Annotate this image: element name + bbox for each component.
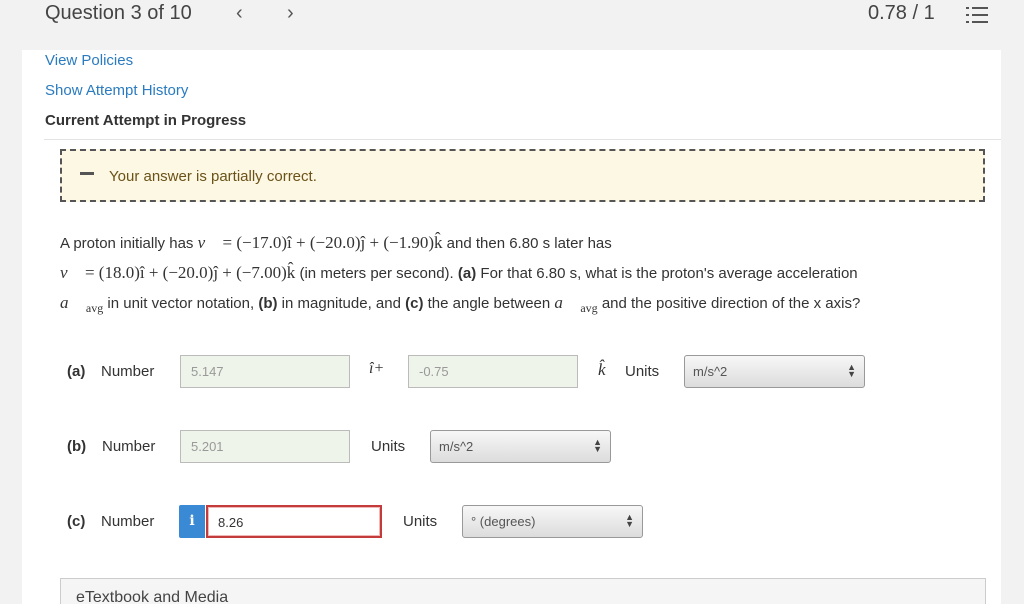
etextbook-media-panel[interactable]: eTextbook and Media — [60, 578, 986, 604]
answer-a-k-field[interactable]: -0.75 — [408, 355, 578, 388]
answer-a-i-field[interactable]: 5.147 — [180, 355, 350, 388]
problem-text: the angle between — [427, 295, 551, 312]
problem-text: in magnitude, and — [281, 295, 401, 312]
chevron-left-icon[interactable]: ‹ — [236, 2, 243, 25]
divider — [44, 139, 1001, 140]
feedback-banner: Your answer is partially correct. — [60, 149, 985, 202]
number-label: Number — [101, 513, 155, 530]
partial-icon — [80, 172, 94, 175]
info-icon[interactable]: i — [179, 505, 205, 538]
acceleration-vector-symbol: a⃗ — [60, 293, 82, 312]
attempt-status: Current Attempt in Progress — [45, 112, 247, 129]
avg-subscript: avg — [85, 301, 104, 315]
etextbook-media-title: eTextbook and Media — [76, 589, 229, 604]
units-label: Units — [625, 363, 660, 380]
units-select-value: ° (degrees) — [471, 514, 536, 529]
problem-text: (in meters per second). — [299, 265, 454, 282]
problem-text: For that 6.80 s, what is the proton's av… — [480, 265, 858, 282]
question-panel: View Policies Show Attempt History Curre… — [22, 50, 1001, 604]
select-arrows-icon: ▲ ▼ — [625, 512, 634, 529]
select-arrows-icon: ▲ ▼ — [593, 437, 602, 454]
answer-c-field[interactable]: 8.26 — [206, 505, 382, 538]
velocity-vector-symbol: v⃗ — [60, 263, 81, 282]
score-display: 0.78 / 1 — [868, 2, 935, 24]
chevron-right-icon[interactable]: › — [287, 2, 294, 25]
units-select-a[interactable]: m/s^2 ▲ ▼ — [684, 355, 865, 388]
number-label: Number — [102, 438, 156, 455]
select-arrows-icon: ▲ ▼ — [847, 362, 856, 379]
number-label: Number — [101, 363, 155, 380]
part-b-marker: (b) — [258, 295, 278, 312]
top-bar: Question 3 of 10 ‹ › 0.78 / 1 — [0, 0, 1024, 50]
problem-statement: A proton initially has v⃗ = (−17.0)î + (… — [60, 228, 960, 323]
problem-text: A proton initially has — [60, 235, 194, 252]
units-select-value: m/s^2 — [439, 439, 474, 454]
units-label: Units — [403, 513, 438, 530]
feedback-message: Your answer is partially correct. — [109, 168, 317, 185]
part-c-label: (c) — [67, 513, 86, 530]
question-counter: Question 3 of 10 — [45, 2, 192, 24]
part-c-marker: (c) — [405, 295, 424, 312]
view-policies-link[interactable]: View Policies — [45, 52, 133, 69]
velocity-vector-symbol: v⃗ — [197, 233, 219, 252]
part-a-label: (a) — [67, 363, 86, 380]
units-select-value: m/s^2 — [693, 364, 728, 379]
final-velocity: = (18.0)î + (−20.0)ĵ + (−7.00)k̂ — [84, 263, 296, 282]
list-icon[interactable] — [966, 6, 988, 24]
problem-text: and then 6.80 s later has — [446, 235, 612, 252]
show-attempt-history-link[interactable]: Show Attempt History — [45, 82, 188, 99]
units-select-b[interactable]: m/s^2 ▲ ▼ — [430, 430, 611, 463]
problem-text: in unit vector notation, — [107, 295, 255, 312]
part-a-marker: (a) — [457, 265, 477, 282]
avg-subscript: avg — [580, 301, 598, 315]
units-select-c[interactable]: ° (degrees) ▲ ▼ — [462, 505, 643, 538]
i-hat-suffix: î+ — [369, 360, 385, 377]
initial-velocity: = (−17.0)î + (−20.0)ĵ + (−1.90)k̂ — [222, 233, 443, 252]
k-hat-symbol: k̂ — [598, 360, 606, 379]
units-label: Units — [371, 438, 406, 455]
answer-b-field[interactable]: 5.201 — [180, 430, 350, 463]
acceleration-vector-symbol: a⃗ — [554, 293, 577, 312]
problem-text: and the positive direction of the x axis… — [601, 295, 861, 312]
part-b-label: (b) — [67, 438, 87, 455]
